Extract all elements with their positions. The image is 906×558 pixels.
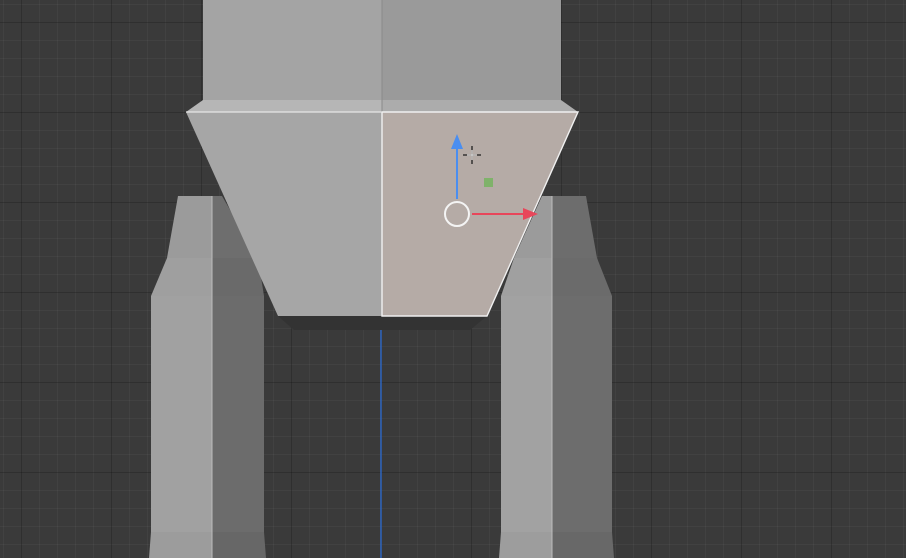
- right-leg-foot-face-outer[interactable]: [552, 532, 614, 558]
- viewport-scene[interactable]: [0, 0, 906, 558]
- left-leg-lower-face-outer[interactable]: [151, 296, 212, 532]
- right-leg-mid-face-outer[interactable]: [552, 258, 612, 296]
- upper-body-bevel-left[interactable]: [186, 100, 382, 112]
- right-leg-foot-face-inner[interactable]: [499, 532, 552, 558]
- left-leg-foot-face-outer[interactable]: [149, 532, 212, 558]
- right-leg-lower-face-inner[interactable]: [501, 296, 552, 532]
- 3d-viewport[interactable]: [0, 0, 906, 558]
- left-leg-foot-face-inner[interactable]: [212, 532, 266, 558]
- upper-body-face-right[interactable]: [382, 0, 561, 100]
- left-leg-mid-face-outer[interactable]: [151, 258, 212, 296]
- upper-body-bevel-right[interactable]: [382, 100, 578, 112]
- right-leg-lower-face-outer[interactable]: [552, 296, 612, 532]
- left-leg-lower-face-inner[interactable]: [212, 296, 264, 532]
- right-leg-upper-face-outer[interactable]: [552, 196, 597, 258]
- upper-body-mesh[interactable]: [186, 0, 578, 112]
- face-center-dot-icon: [484, 178, 493, 187]
- lower-body-bottom-face[interactable]: [278, 316, 487, 330]
- left-leg-upper-face-outer[interactable]: [167, 196, 212, 258]
- upper-body-face-left[interactable]: [203, 0, 382, 100]
